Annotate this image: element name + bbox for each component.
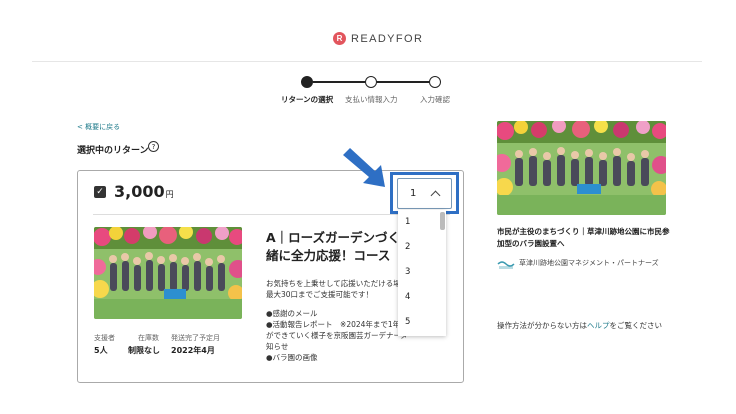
checkbox-checked-icon[interactable]: ✓ bbox=[94, 186, 106, 198]
partner-logo-icon bbox=[497, 261, 515, 269]
return-item: ●感謝のメール bbox=[266, 309, 318, 318]
return-item: ができていく様子を京阪園芸ガーデナーズBM bbox=[266, 331, 406, 340]
project-photo[interactable] bbox=[497, 121, 666, 215]
step-2-dot bbox=[365, 76, 377, 88]
return-items-list: ●感謝のメール ●活動報告レポート ※2024年まで1年 ができていく様子を京阪… bbox=[266, 308, 406, 363]
card-divider bbox=[93, 214, 450, 215]
quantity-option-1[interactable]: 1 bbox=[405, 217, 410, 227]
stock-label: 在庫数 bbox=[138, 334, 159, 342]
header-divider bbox=[32, 61, 702, 62]
step-3-label: 入力確認 bbox=[420, 95, 450, 104]
readyfor-logo-text: READYFOR bbox=[351, 32, 424, 45]
supporters-label: 支援者 bbox=[94, 334, 115, 342]
selected-return-heading: 選択中のリターン bbox=[77, 146, 149, 156]
back-to-overview-link[interactable]: < 概要に戻る bbox=[77, 122, 120, 132]
return-photo bbox=[94, 227, 242, 319]
readyfor-logo-icon: R bbox=[333, 32, 346, 45]
help-suffix: をご覧ください bbox=[609, 321, 663, 330]
step-1-label: リターンの選択 bbox=[281, 95, 334, 104]
delivery-month-value: 2022年4月 bbox=[171, 346, 215, 355]
delivery-month-label: 発送完了予定月 bbox=[171, 334, 220, 342]
quantity-option-4[interactable]: 4 bbox=[405, 292, 410, 302]
readyfor-logo[interactable]: R READYFOR bbox=[333, 32, 423, 45]
return-item: 知らせ bbox=[266, 342, 289, 351]
return-title-line-1: A｜ローズガーデンづく bbox=[266, 230, 401, 245]
return-title-line-2: 緒に全力応援！コース bbox=[266, 248, 391, 263]
return-description-line-1: お気持ちを上乗せして応援いただける場 bbox=[266, 279, 401, 288]
return-description: お気持ちを上乗せして応援いただける場 最大30口までご支援可能です！ bbox=[266, 278, 406, 300]
supporters-value: 5人 bbox=[94, 346, 108, 355]
price-amount: 3,000 bbox=[114, 182, 165, 201]
return-title: A｜ローズガーデンづく 緒に全力応援！コース bbox=[266, 229, 406, 265]
quantity-dropdown[interactable]: 1 2 3 4 5 bbox=[398, 210, 446, 336]
return-item: ●活動報告レポート ※2024年まで1年 bbox=[266, 320, 401, 329]
arrow-down-right-icon bbox=[343, 148, 385, 187]
quantity-option-5[interactable]: 5 bbox=[405, 317, 410, 327]
project-title-link[interactable]: 市民が主役のまちづくり｜草津川跡地公園に市民参加型のバラ園設置へ bbox=[497, 226, 672, 250]
quantity-option-3[interactable]: 3 bbox=[405, 267, 410, 277]
step-connector-1 bbox=[313, 81, 365, 83]
help-link[interactable]: ヘルプ bbox=[587, 321, 610, 330]
quantity-select-highlight bbox=[390, 172, 459, 214]
step-connector-2 bbox=[377, 81, 429, 83]
return-price: 3,000 円 bbox=[114, 182, 174, 201]
partner-name: 草津川跡地公園マネジメント・パートナーズ bbox=[519, 259, 659, 267]
step-1-dot bbox=[301, 76, 313, 88]
stock-value: 制限なし bbox=[128, 346, 160, 355]
step-3-dot bbox=[429, 76, 441, 88]
price-currency: 円 bbox=[165, 190, 174, 199]
help-note: 操作方法が分からない方はヘルプをご覧ください bbox=[497, 320, 662, 331]
help-prefix: 操作方法が分からない方は bbox=[497, 321, 587, 330]
return-description-line-2: 最大30口までご支援可能です！ bbox=[266, 290, 374, 299]
dropdown-scrollbar[interactable] bbox=[440, 212, 445, 230]
quantity-option-2[interactable]: 2 bbox=[405, 242, 410, 252]
help-circle-icon[interactable]: ? bbox=[148, 141, 159, 152]
return-item: ●バラ園の画像 bbox=[266, 353, 318, 362]
step-2-label: 支払い情報入力 bbox=[345, 95, 398, 104]
